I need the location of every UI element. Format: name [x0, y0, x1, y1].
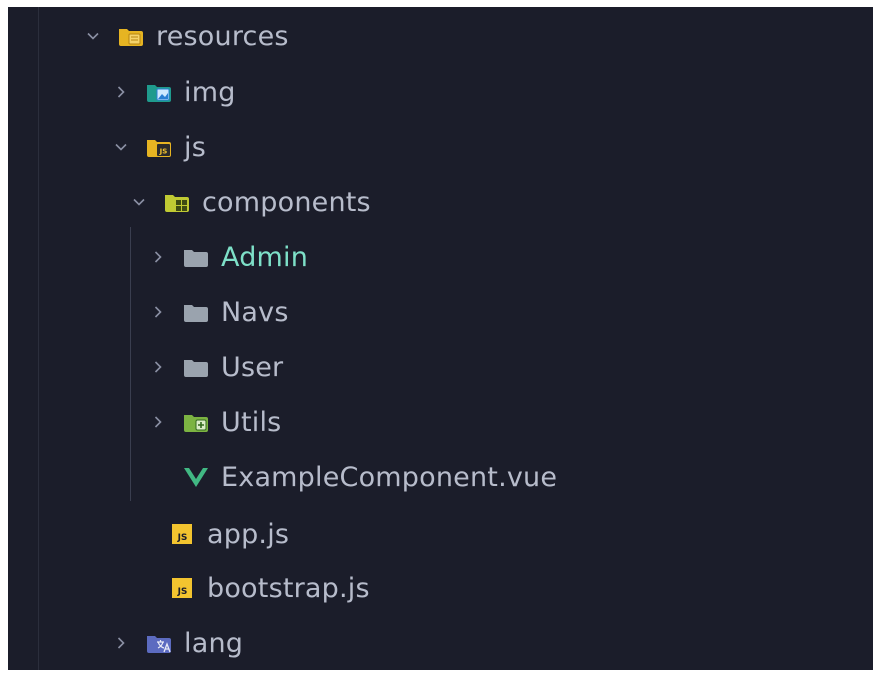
folder-lang-icon	[146, 632, 172, 654]
tree-item-resources[interactable]: resources	[86, 14, 289, 58]
folder-gray-icon	[183, 246, 209, 268]
folder-utils-icon	[183, 411, 209, 433]
tree-item-user[interactable]: User	[151, 345, 283, 389]
indent-rail	[38, 7, 39, 670]
chevron-down-icon[interactable]	[114, 140, 128, 154]
tree-item-label: ExampleComponent.vue	[221, 461, 558, 493]
tree-item-js[interactable]: JS js	[114, 125, 206, 169]
js-file-icon: JS	[169, 523, 195, 545]
tree-item-label: Navs	[221, 296, 289, 328]
tree-item-utils[interactable]: Utils	[151, 400, 281, 444]
chevron-right-icon[interactable]	[114, 85, 128, 99]
tree-item-label: resources	[156, 20, 289, 52]
chevron-down-icon[interactable]	[86, 29, 100, 43]
folder-gray-icon	[183, 301, 209, 323]
tree-item-label: components	[202, 186, 371, 218]
chevron-right-icon[interactable]	[151, 250, 165, 264]
folder-images-icon	[146, 81, 172, 103]
tree-item-label: img	[184, 76, 236, 108]
tree-item-admin[interactable]: Admin	[151, 235, 308, 279]
folder-components-icon	[164, 191, 190, 213]
tree-item-label: User	[221, 351, 284, 383]
tree-item-app-js[interactable]: JS app.js	[169, 512, 289, 556]
svg-text:JS: JS	[177, 587, 188, 597]
vue-file-icon	[183, 466, 209, 488]
tree-indent-guide	[130, 227, 131, 501]
tree-item-components[interactable]: components	[132, 180, 371, 224]
chevron-right-icon[interactable]	[151, 415, 165, 429]
folder-gray-icon	[183, 356, 209, 378]
svg-text:JS: JS	[159, 148, 168, 156]
svg-text:JS: JS	[177, 533, 188, 543]
chevron-right-icon[interactable]	[151, 305, 165, 319]
js-file-icon: JS	[169, 577, 195, 599]
tree-item-label: js	[184, 131, 206, 163]
tree-item-label: lang	[184, 627, 244, 659]
tree-item-img[interactable]: img	[114, 70, 236, 114]
chevron-right-icon[interactable]	[151, 360, 165, 374]
folder-js-icon: JS	[146, 136, 172, 158]
tree-item-label: Admin	[221, 241, 309, 273]
tree-item-navs[interactable]: Navs	[151, 290, 289, 334]
chevron-down-icon[interactable]	[132, 195, 146, 209]
tree-item-label: Utils	[221, 406, 282, 438]
chevron-right-icon[interactable]	[114, 636, 128, 650]
folder-resources-icon	[118, 25, 144, 47]
tree-item-bootstrap-js[interactable]: JS bootstrap.js	[169, 566, 370, 610]
file-explorer-panel: resources img JS js components Admin Nav…	[8, 7, 873, 670]
tree-item-label: app.js	[207, 518, 290, 550]
tree-item-examplecomponent-vue[interactable]: ExampleComponent.vue	[183, 455, 557, 499]
tree-item-label: bootstrap.js	[207, 572, 370, 604]
tree-item-lang[interactable]: lang	[114, 621, 243, 665]
